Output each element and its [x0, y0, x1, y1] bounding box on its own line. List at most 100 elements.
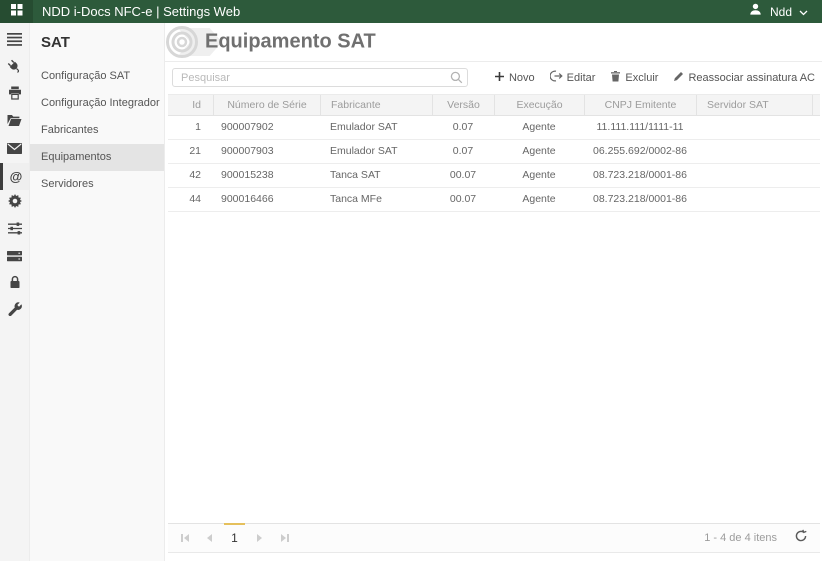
table-header-row: Id Número de Série Fabricante Versão Execuçã… [168, 94, 820, 116]
module-plug[interactable] [0, 55, 29, 82]
module-folder[interactable] [0, 109, 29, 136]
previous-page-button[interactable] [197, 524, 222, 552]
table-cell: 00.07 [449, 193, 477, 205]
column-header[interactable]: Versão [432, 95, 494, 115]
module-security[interactable] [0, 271, 29, 298]
sidebar-items: Configuração SAT Configuração Integrador F… [30, 63, 164, 198]
table-row[interactable]: 42 900015238 Tanca SAT 00.07 Agente 08.723.21… [168, 164, 820, 188]
toolbar-actions: Novo Editar Excluir Reassociar assinatur… [494, 70, 822, 85]
table-body: 1 900007902 Emulador SAT 0.07 Agente 11.111.1… [168, 116, 820, 212]
sidebar: SAT Configuração SAT Configuração Integra… [30, 23, 165, 561]
novo-button[interactable]: Novo [494, 71, 535, 85]
sidebar-item-0[interactable]: Configuração SAT [30, 63, 164, 90]
table-cell [696, 140, 812, 163]
table-cell: Tanca MFe [330, 193, 382, 205]
plus-icon [494, 71, 505, 85]
table-cell: Agente [522, 121, 556, 133]
module-nfce-selected[interactable]: @ [0, 163, 29, 190]
table-cell: 08.723.218/0001-86 [592, 169, 687, 181]
user-icon [748, 2, 763, 22]
column-header[interactable]: Fabricante [320, 95, 432, 115]
plug-icon [7, 59, 22, 79]
refresh-icon [794, 529, 808, 548]
printer-icon [8, 86, 22, 105]
module-parameters[interactable] [0, 217, 29, 244]
table-cell: 1 [195, 121, 201, 133]
sidebar-item-3[interactable]: Equipamentos [30, 144, 164, 171]
table-cell: Emulador SAT [330, 121, 398, 133]
gear-icon [7, 194, 22, 213]
pager-summary: 1 - 4 de 4 itens [704, 532, 777, 544]
table-cell: 06.255.692/0002-86 [592, 145, 687, 157]
application-window: NDD i-Docs NFC-e | Settings Web Ndd @ SA… [0, 0, 822, 561]
table-cell: Emulador SAT [330, 145, 398, 157]
table-row[interactable]: 44 900016466 Tanca MFe 00.07 Agente 08.723.21… [168, 188, 820, 212]
table-row[interactable]: 1 900007902 Emulador SAT 0.07 Agente 11.111.1… [168, 116, 820, 140]
excluir-button[interactable]: Excluir [610, 70, 658, 85]
reassociar-button[interactable]: Reassociar assinatura AC [673, 71, 815, 85]
sidebar-item-2[interactable]: Fabricantes [30, 117, 164, 144]
search-box [172, 68, 468, 88]
table-cell [696, 164, 812, 187]
module-printer[interactable] [0, 82, 29, 109]
module-mail[interactable] [0, 136, 29, 163]
concentric-circles-icon [165, 25, 199, 61]
next-page-icon [257, 534, 262, 542]
table-cell: 11.111.111/1111-11 [596, 121, 684, 133]
table-cell: 0.07 [452, 121, 474, 133]
column-header[interactable]: Número de Série [213, 95, 320, 115]
table-cell: 08.723.218/0001-86 [592, 193, 687, 205]
next-page-button[interactable] [247, 524, 272, 552]
table-row[interactable]: 21 900007903 Emulador SAT 0.07 Agente 06.255.… [168, 140, 820, 164]
chevron-down-icon [799, 3, 808, 21]
page-header: Equipamento SAT [165, 23, 822, 62]
edit-icon [549, 70, 563, 85]
server-icon [7, 249, 22, 267]
novo-label: Novo [508, 71, 535, 84]
app-launcher-button[interactable] [0, 0, 33, 23]
menu-button[interactable] [0, 28, 29, 55]
refresh-button[interactable] [794, 529, 808, 548]
equipment-grid: Id Número de Série Fabricante Versão Execuçã… [168, 94, 820, 553]
table-cell-filler [812, 116, 820, 139]
app-title: NDD i-Docs NFC-e | Settings Web [42, 4, 241, 19]
mail-icon [7, 141, 22, 159]
sidebar-item-1[interactable]: Configuração Integrador [30, 90, 164, 117]
lock-icon [9, 275, 21, 294]
first-page-icon [183, 534, 189, 542]
column-header[interactable]: Id [168, 95, 213, 115]
page-number-current[interactable]: 1 [222, 523, 247, 552]
pager-buttons: 1 [168, 523, 297, 552]
table-cell: 44 [189, 193, 201, 205]
module-servers[interactable] [0, 244, 29, 271]
table-cell: 900015238 [221, 169, 274, 181]
column-header[interactable]: Servidor SAT [696, 95, 812, 115]
module-tools[interactable] [0, 298, 29, 325]
pencil-icon [673, 71, 684, 85]
sidebar-title: SAT [41, 34, 70, 51]
last-page-button[interactable] [272, 524, 297, 552]
table-cell: Agente [522, 193, 556, 205]
table-cell-filler [812, 164, 820, 187]
menu-icon [7, 32, 22, 51]
sidebar-item-4[interactable]: Servidores [30, 171, 164, 198]
module-settings[interactable] [0, 190, 29, 217]
user-menu[interactable]: Ndd [748, 2, 822, 22]
editar-button[interactable]: Editar [549, 70, 595, 85]
column-header[interactable]: CNPJ Emitente [584, 95, 696, 115]
search-input[interactable] [172, 68, 468, 88]
excluir-label: Excluir [625, 71, 659, 84]
table-cell: 900016466 [221, 193, 274, 205]
table-cell: 42 [189, 169, 201, 181]
previous-page-icon [207, 534, 212, 542]
column-header-filler [812, 95, 820, 115]
page-title: Equipamento SAT [205, 30, 376, 53]
trash-icon [610, 70, 621, 85]
table-cell: Agente [522, 169, 556, 181]
column-header[interactable]: Execução [494, 95, 584, 115]
search-icon [450, 71, 463, 89]
first-page-button[interactable] [172, 524, 197, 552]
at-sign-icon: @ [9, 169, 23, 184]
pager-info: 1 - 4 de 4 itens [704, 529, 820, 548]
wrench-icon [8, 302, 22, 321]
